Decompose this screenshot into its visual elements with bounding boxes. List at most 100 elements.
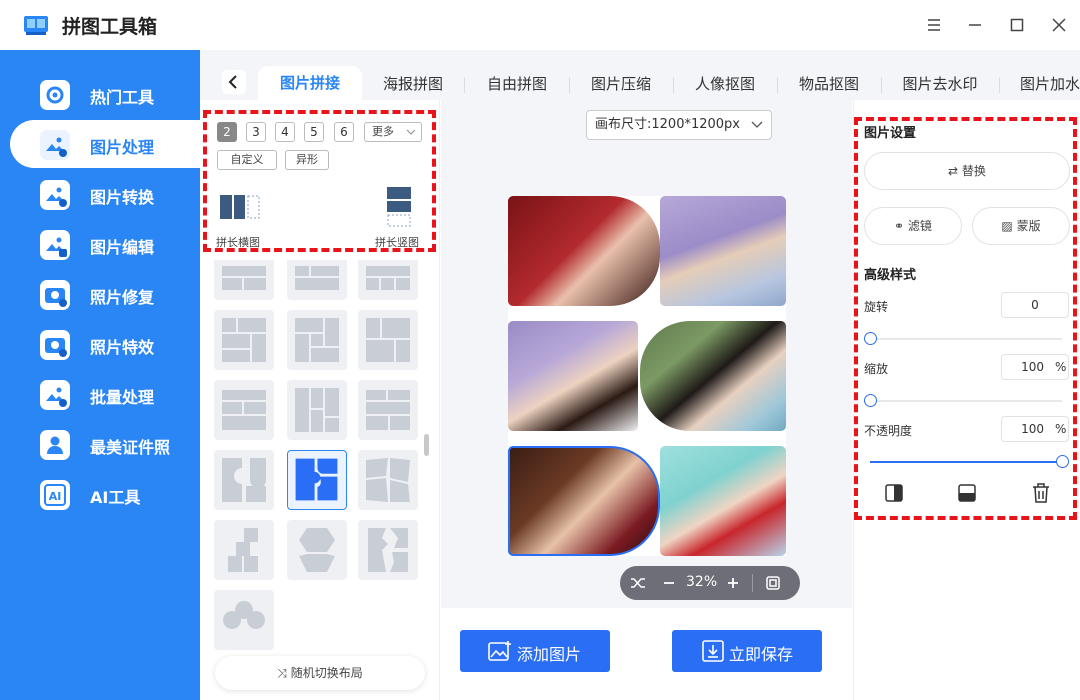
zoom-level: 32% xyxy=(686,574,718,590)
tab-divider xyxy=(673,77,674,93)
sidebar-item-label: AI工具 xyxy=(90,488,141,507)
collage-photo-6[interactable] xyxy=(660,446,786,556)
tab-poster-collage[interactable]: 海报拼图 xyxy=(370,68,456,100)
tab-divider xyxy=(464,77,465,93)
template-item[interactable] xyxy=(214,260,274,300)
tab-remove-watermark[interactable]: 图片去水印 xyxy=(890,68,990,100)
canvas-size-label: 画布尺寸:1200*1200px xyxy=(595,117,740,132)
sidebar-item-photo-effect[interactable]: 照片特效 xyxy=(10,320,200,368)
template-item[interactable] xyxy=(214,310,274,370)
menu-icon[interactable] xyxy=(923,14,945,36)
canvas-size-dropdown[interactable]: 画布尺寸:1200*1200px xyxy=(586,110,772,140)
sidebar-item-label: 最美证件照 xyxy=(90,438,171,457)
collage-photo-1[interactable] xyxy=(508,196,660,306)
photo-repair-icon xyxy=(40,280,70,310)
template-item-selected[interactable] xyxy=(287,450,347,510)
template-grid xyxy=(214,260,420,700)
ai-icon: AI xyxy=(40,480,70,510)
template-panel: 2 3 4 5 6 更多 自定义 异形 拼长横图 拼长竖图 ⤨ 随机切换布局 xyxy=(200,100,440,700)
collage-photo-2[interactable] xyxy=(660,196,786,306)
template-item[interactable] xyxy=(287,260,347,300)
template-scrollbar[interactable] xyxy=(424,434,429,456)
close-icon[interactable] xyxy=(1048,14,1070,36)
collage-photo-5[interactable] xyxy=(508,446,660,556)
template-item[interactable] xyxy=(358,520,418,580)
image-edit-icon xyxy=(40,230,70,260)
title-bar: 拼图工具箱 xyxy=(0,0,1080,50)
template-item[interactable] xyxy=(358,450,418,510)
sidebar-item-label: 照片修复 xyxy=(90,288,155,307)
tab-free-collage[interactable]: 自由拼图 xyxy=(474,68,560,100)
minimize-icon[interactable] xyxy=(964,14,986,36)
template-item[interactable] xyxy=(214,590,274,650)
sidebar-item-label: 照片特效 xyxy=(90,338,155,357)
sidebar: 热门工具 图片处理 图片转换 图片编辑 照片修复 照片特效 批量处理 最美证件照… xyxy=(0,50,200,700)
sidebar-item-id-photo[interactable]: 最美证件照 xyxy=(10,420,200,468)
maximize-icon[interactable] xyxy=(1006,14,1028,36)
chevron-left-icon[interactable] xyxy=(222,70,246,94)
shuffle-icon[interactable] xyxy=(630,576,646,590)
shuffle-icon: ⤨ xyxy=(277,666,291,680)
tab-add-watermark[interactable]: 图片加水 xyxy=(1008,68,1080,100)
highlight-box xyxy=(203,110,436,252)
sidebar-item-image-process[interactable]: 图片处理 xyxy=(10,120,200,168)
template-item[interactable] xyxy=(214,520,274,580)
add-image-button[interactable]: 添加图片 xyxy=(460,630,610,672)
sidebar-item-label: 图片转换 xyxy=(90,188,155,207)
sidebar-item-batch[interactable]: 批量处理 xyxy=(10,370,200,418)
template-item[interactable] xyxy=(358,380,418,440)
tab-image-stitch[interactable]: 图片拼接 xyxy=(258,66,362,100)
tab-portrait-cutout[interactable]: 人像抠图 xyxy=(682,68,768,100)
sidebar-item-label: 批量处理 xyxy=(90,388,155,407)
template-item[interactable] xyxy=(358,260,418,300)
download-icon xyxy=(702,640,724,662)
sidebar-item-image-convert[interactable]: 图片转换 xyxy=(10,170,200,218)
sidebar-item-image-edit[interactable]: 图片编辑 xyxy=(10,220,200,268)
tab-divider xyxy=(881,77,882,93)
sidebar-item-photo-repair[interactable]: 照片修复 xyxy=(10,270,200,318)
fit-screen-icon[interactable] xyxy=(766,576,780,590)
chevron-down-icon xyxy=(751,121,763,128)
zoom-in-icon[interactable] xyxy=(726,576,740,590)
template-item[interactable] xyxy=(214,450,274,510)
save-label: 立即保存 xyxy=(729,645,794,664)
template-item[interactable] xyxy=(214,380,274,440)
photo-effect-icon xyxy=(40,330,70,360)
save-button[interactable]: 立即保存 xyxy=(672,630,822,672)
sidebar-item-label: 图片编辑 xyxy=(90,238,155,257)
canvas-area: 画布尺寸:1200*1200px xyxy=(441,100,852,608)
zoom-divider xyxy=(752,574,753,592)
tab-divider xyxy=(569,77,570,93)
app-logo-icon xyxy=(24,14,48,36)
tab-divider xyxy=(777,77,778,93)
sidebar-item-label: 热门工具 xyxy=(90,88,155,107)
zoom-bar: 32% xyxy=(620,566,800,600)
template-item[interactable] xyxy=(358,310,418,370)
sidebar-item-label: 图片处理 xyxy=(90,138,155,157)
image-process-icon xyxy=(40,130,70,160)
tab-object-cutout[interactable]: 物品抠图 xyxy=(786,68,872,100)
template-item[interactable] xyxy=(287,380,347,440)
collage-photo-3[interactable] xyxy=(508,321,638,431)
app-title: 拼图工具箱 xyxy=(62,16,158,38)
tab-image-compress[interactable]: 图片压缩 xyxy=(578,68,664,100)
id-photo-icon xyxy=(40,430,70,460)
sidebar-item-hot-tools[interactable]: 热门工具 xyxy=(10,70,200,118)
collage-canvas[interactable] xyxy=(508,196,786,556)
svg-text:AI: AI xyxy=(49,490,62,503)
collage-photo-4[interactable] xyxy=(640,321,786,431)
sidebar-item-ai-tools[interactable]: AI AI工具 xyxy=(10,470,200,518)
highlight-box xyxy=(854,117,1077,520)
bottom-actions: 添加图片 立即保存 xyxy=(441,608,852,700)
tab-divider xyxy=(999,77,1000,93)
tab-bar: 图片拼接 海报拼图 自由拼图 图片压缩 人像抠图 物品抠图 图片去水印 图片加水 xyxy=(200,50,1080,100)
zoom-out-icon[interactable] xyxy=(662,576,676,590)
template-item[interactable] xyxy=(287,520,347,580)
random-layout-label: 随机切换布局 xyxy=(290,666,363,680)
template-item[interactable] xyxy=(287,310,347,370)
batch-icon xyxy=(40,380,70,410)
random-layout-button[interactable]: ⤨ 随机切换布局 xyxy=(215,656,425,690)
settings-panel: 图片设置 ⇄ 替换 ⚭ 滤镜 ▨ 蒙版 高级样式 旋转 0 缩放 100 % 不… xyxy=(853,100,1080,700)
image-convert-icon xyxy=(40,180,70,210)
add-image-label: 添加图片 xyxy=(517,645,582,664)
